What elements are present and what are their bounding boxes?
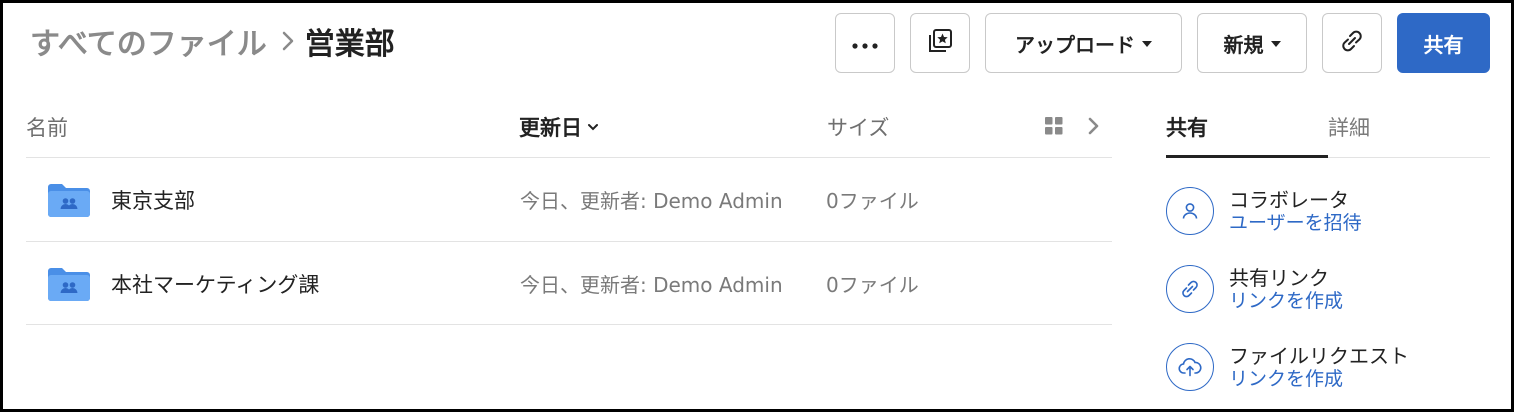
user-icon xyxy=(1166,187,1214,235)
tab-details[interactable]: 詳細 xyxy=(1328,112,1370,142)
chevron-right-icon xyxy=(281,30,295,52)
shared-link-section: 共有リンク リンクを作成 xyxy=(1166,265,1486,321)
grid-view-icon[interactable] xyxy=(1044,116,1064,140)
active-tab-indicator xyxy=(1166,155,1328,158)
new-button[interactable]: 新規 xyxy=(1197,13,1307,73)
table-row[interactable]: 東京支部 今日、更新者: Demo Admin 0ファイル xyxy=(26,157,1112,241)
column-header-name[interactable]: 名前 xyxy=(26,112,68,142)
file-request-section: ファイルリクエスト リンクを作成 xyxy=(1166,343,1486,399)
share-button[interactable]: 共有 xyxy=(1397,13,1490,73)
more-options-button[interactable] xyxy=(835,13,895,73)
shared-folder-icon xyxy=(46,181,92,223)
share-button-label: 共有 xyxy=(1423,32,1464,57)
create-file-request-link[interactable]: リンクを作成 xyxy=(1229,364,1343,391)
caret-down-icon xyxy=(1270,41,1281,47)
column-header-size[interactable]: サイズ xyxy=(827,112,889,142)
updated-info: 今日、更新者: Demo Admin xyxy=(520,273,783,297)
create-shared-link[interactable]: リンクを作成 xyxy=(1229,286,1343,313)
file-name[interactable]: 東京支部 xyxy=(111,185,195,215)
link-icon xyxy=(1338,27,1366,60)
upload-cloud-icon xyxy=(1166,343,1214,391)
updated-info: 今日、更新者: Demo Admin xyxy=(520,189,783,213)
invite-users-link[interactable]: ユーザーを招待 xyxy=(1229,208,1362,235)
new-button-label: 新規 xyxy=(1223,32,1264,57)
tab-divider xyxy=(1328,157,1490,158)
file-name[interactable]: 本社マーケティング課 xyxy=(111,269,319,299)
collaborators-section: コラボレータ ユーザーを招待 xyxy=(1166,187,1486,243)
column-header-updated-label: 更新日 xyxy=(519,116,582,140)
more-horizontal-icon xyxy=(851,31,879,55)
upload-button[interactable]: アップロード xyxy=(985,13,1182,73)
page-title: 営業部 xyxy=(304,27,395,62)
chevron-down-icon xyxy=(587,122,599,132)
collapse-sidebar-chevron-icon[interactable] xyxy=(1086,115,1102,141)
caret-down-icon xyxy=(1142,41,1152,47)
item-size: 0ファイル xyxy=(826,189,919,213)
collections-button[interactable] xyxy=(910,13,970,73)
item-size: 0ファイル xyxy=(826,273,919,297)
collections-star-icon xyxy=(926,27,954,60)
shared-folder-icon xyxy=(46,265,92,307)
link-icon xyxy=(1166,265,1214,313)
copy-link-button[interactable] xyxy=(1322,13,1382,73)
tab-share[interactable]: 共有 xyxy=(1166,112,1208,142)
breadcrumb: すべてのファイル 営業部 xyxy=(30,20,395,62)
breadcrumb-root-link[interactable]: すべてのファイル xyxy=(30,19,267,63)
upload-button-label: アップロード xyxy=(1015,32,1135,57)
table-row[interactable]: 本社マーケティング課 今日、更新者: Demo Admin 0ファイル xyxy=(26,241,1112,325)
row-divider xyxy=(26,324,1112,325)
column-header-updated[interactable]: 更新日 xyxy=(519,112,599,142)
